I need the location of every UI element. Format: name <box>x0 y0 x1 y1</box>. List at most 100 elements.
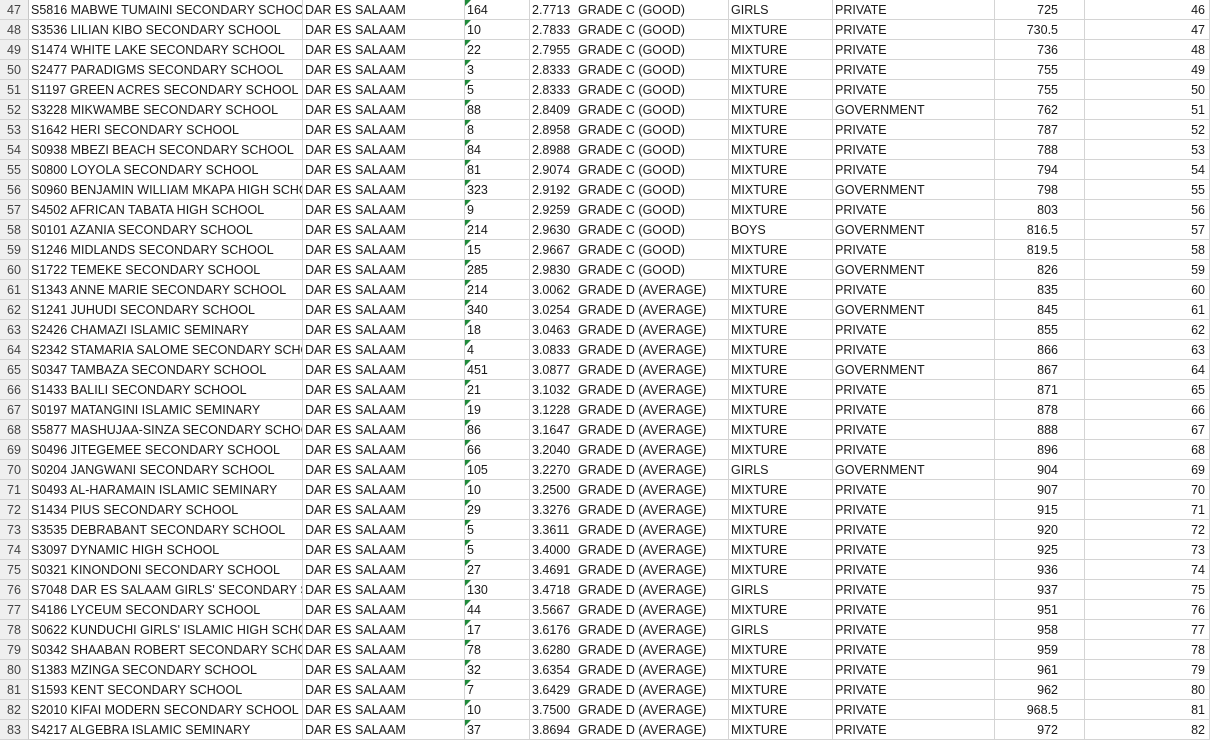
cell-region[interactable]: DAR ES SALAAM <box>303 260 465 280</box>
cell-region-rank[interactable]: 961 <box>995 660 1085 680</box>
cell-ownership[interactable]: PRIVATE <box>833 380 995 400</box>
cell-region-rank[interactable]: 736 <box>995 40 1085 60</box>
cell-school-name[interactable]: S0622 KUNDUCHI GIRLS' ISLAMIC HIGH SCHOO… <box>29 620 303 640</box>
cell-region-rank[interactable]: 855 <box>995 320 1085 340</box>
cell-gpa-grade[interactable]: 3.0254 GRADE D (AVERAGE) <box>530 300 729 320</box>
cell-position[interactable]: 52 <box>1085 120 1210 140</box>
cell-gpa-grade[interactable]: 2.9074 GRADE C (GOOD) <box>530 160 729 180</box>
cell-gender[interactable]: MIXTURE <box>729 40 833 60</box>
cell-gender[interactable]: MIXTURE <box>729 400 833 420</box>
cell-gender[interactable]: MIXTURE <box>729 100 833 120</box>
cell-region-rank[interactable]: 937 <box>995 580 1085 600</box>
cell-school-name[interactable]: S1642 HERI SECONDARY SCHOOL <box>29 120 303 140</box>
cell-region-rank[interactable]: 904 <box>995 460 1085 480</box>
cell-school-name[interactable]: S0321 KINONDONI SECONDARY SCHOOL <box>29 560 303 580</box>
cell-region-rank[interactable]: 896 <box>995 440 1085 460</box>
cell-gpa-grade[interactable]: 3.2270 GRADE D (AVERAGE) <box>530 460 729 480</box>
row-header[interactable]: 60 <box>0 260 29 280</box>
cell-gender[interactable]: MIXTURE <box>729 680 833 700</box>
row-header[interactable]: 59 <box>0 240 29 260</box>
cell-region[interactable]: DAR ES SALAAM <box>303 640 465 660</box>
cell-region-rank[interactable]: 788 <box>995 140 1085 160</box>
cell-ownership[interactable]: PRIVATE <box>833 580 995 600</box>
cell-gender[interactable]: MIXTURE <box>729 240 833 260</box>
cell-region-rank[interactable]: 907 <box>995 480 1085 500</box>
cell-region[interactable]: DAR ES SALAAM <box>303 200 465 220</box>
row-header[interactable]: 61 <box>0 280 29 300</box>
cell-position[interactable]: 76 <box>1085 600 1210 620</box>
cell-region-rank[interactable]: 845 <box>995 300 1085 320</box>
row-header[interactable]: 69 <box>0 440 29 460</box>
cell-gpa-grade[interactable]: 3.3276 GRADE D (AVERAGE) <box>530 500 729 520</box>
cell-gpa-grade[interactable]: 3.2500 GRADE D (AVERAGE) <box>530 480 729 500</box>
cell-region[interactable]: DAR ES SALAAM <box>303 420 465 440</box>
cell-school-name[interactable]: S4502 AFRICAN TABATA HIGH SCHOOL <box>29 200 303 220</box>
cell-ownership[interactable]: PRIVATE <box>833 240 995 260</box>
cell-gpa-grade[interactable]: 3.4691 GRADE D (AVERAGE) <box>530 560 729 580</box>
cell-region[interactable]: DAR ES SALAAM <box>303 440 465 460</box>
cell-gpa-grade[interactable]: 2.9830 GRADE C (GOOD) <box>530 260 729 280</box>
cell-school-name[interactable]: S3228 MIKWAMBE SECONDARY SCHOOL <box>29 100 303 120</box>
cell-school-name[interactable]: S1343 ANNE MARIE SECONDARY SCHOOL <box>29 280 303 300</box>
cell-gpa-grade[interactable]: 2.8333 GRADE C (GOOD) <box>530 80 729 100</box>
cell-region[interactable]: DAR ES SALAAM <box>303 680 465 700</box>
cell-gender[interactable]: MIXTURE <box>729 140 833 160</box>
cell-region[interactable]: DAR ES SALAAM <box>303 60 465 80</box>
cell-region-rank[interactable]: 951 <box>995 600 1085 620</box>
cell-school-name[interactable]: S0496 JITEGEMEE SECONDARY SCHOOL <box>29 440 303 460</box>
cell-gender[interactable]: MIXTURE <box>729 280 833 300</box>
cell-ownership[interactable]: GOVERNMENT <box>833 180 995 200</box>
cell-region-rank[interactable]: 959 <box>995 640 1085 660</box>
cell-region-rank[interactable]: 888 <box>995 420 1085 440</box>
cell-region[interactable]: DAR ES SALAAM <box>303 660 465 680</box>
cell-ownership[interactable]: PRIVATE <box>833 440 995 460</box>
cell-gender[interactable]: GIRLS <box>729 460 833 480</box>
cell-position[interactable]: 79 <box>1085 660 1210 680</box>
row-header[interactable]: 49 <box>0 40 29 60</box>
row-header[interactable]: 83 <box>0 720 29 740</box>
cell-gpa-grade[interactable]: 2.7955 GRADE C (GOOD) <box>530 40 729 60</box>
cell-school-name[interactable]: S3097 DYNAMIC HIGH SCHOOL <box>29 540 303 560</box>
row-header[interactable]: 57 <box>0 200 29 220</box>
cell-region[interactable]: DAR ES SALAAM <box>303 500 465 520</box>
cell-position[interactable]: 72 <box>1085 520 1210 540</box>
cell-gender[interactable]: GIRLS <box>729 620 833 640</box>
cell-region[interactable]: DAR ES SALAAM <box>303 560 465 580</box>
cell-ownership[interactable]: PRIVATE <box>833 560 995 580</box>
cell-gender[interactable]: GIRLS <box>729 580 833 600</box>
cell-ownership[interactable]: PRIVATE <box>833 200 995 220</box>
row-header[interactable]: 82 <box>0 700 29 720</box>
row-header[interactable]: 70 <box>0 460 29 480</box>
cell-gpa-grade[interactable]: 3.8694 GRADE D (AVERAGE) <box>530 720 729 740</box>
cell-ownership[interactable]: PRIVATE <box>833 480 995 500</box>
cell-position[interactable]: 81 <box>1085 700 1210 720</box>
cell-position[interactable]: 53 <box>1085 140 1210 160</box>
cell-region-rank[interactable]: 794 <box>995 160 1085 180</box>
cell-candidates[interactable]: 81 <box>465 160 530 180</box>
cell-candidates[interactable]: 21 <box>465 380 530 400</box>
cell-school-name[interactable]: S1246 MIDLANDS SECONDARY SCHOOL <box>29 240 303 260</box>
cell-position[interactable]: 56 <box>1085 200 1210 220</box>
cell-position[interactable]: 77 <box>1085 620 1210 640</box>
cell-position[interactable]: 61 <box>1085 300 1210 320</box>
cell-gender[interactable]: MIXTURE <box>729 600 833 620</box>
cell-school-name[interactable]: S1197 GREEN ACRES SECONDARY SCHOOL <box>29 80 303 100</box>
cell-school-name[interactable]: S7048 DAR ES SALAAM GIRLS' SECONDARY SCH… <box>29 580 303 600</box>
cell-gpa-grade[interactable]: 3.0463 GRADE D (AVERAGE) <box>530 320 729 340</box>
cell-ownership[interactable]: PRIVATE <box>833 700 995 720</box>
cell-gender[interactable]: MIXTURE <box>729 160 833 180</box>
cell-school-name[interactable]: S4217 ALGEBRA ISLAMIC SEMINARY <box>29 720 303 740</box>
cell-gender[interactable]: MIXTURE <box>729 640 833 660</box>
cell-region-rank[interactable]: 936 <box>995 560 1085 580</box>
cell-candidates[interactable]: 27 <box>465 560 530 580</box>
cell-region[interactable]: DAR ES SALAAM <box>303 320 465 340</box>
cell-gender[interactable]: MIXTURE <box>729 60 833 80</box>
cell-gpa-grade[interactable]: 2.8409 GRADE C (GOOD) <box>530 100 729 120</box>
cell-ownership[interactable]: GOVERNMENT <box>833 460 995 480</box>
cell-school-name[interactable]: S0938 MBEZI BEACH SECONDARY SCHOOL <box>29 140 303 160</box>
cell-school-name[interactable]: S1722 TEMEKE SECONDARY SCHOOL <box>29 260 303 280</box>
cell-region-rank[interactable]: 762 <box>995 100 1085 120</box>
cell-candidates[interactable]: 4 <box>465 340 530 360</box>
cell-gpa-grade[interactable]: 2.9667 GRADE C (GOOD) <box>530 240 729 260</box>
cell-gender[interactable]: MIXTURE <box>729 720 833 740</box>
